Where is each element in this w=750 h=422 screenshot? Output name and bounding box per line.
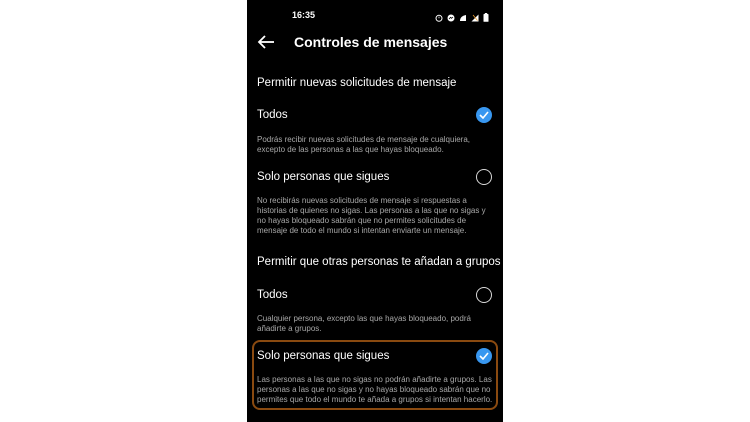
- page-title: Controles de mensajes: [294, 34, 448, 50]
- option-label-requests-everyone[interactable]: Todos: [257, 109, 288, 121]
- option-label-groups-everyone[interactable]: Todos: [257, 289, 288, 301]
- option-desc-requests-everyone: Podrás recibir nuevas solicitudes de men…: [257, 135, 471, 154]
- status-bar: 16:35: [247, 0, 503, 30]
- app-bar: Controles de mensajes: [247, 30, 503, 56]
- messenger-icon: [447, 9, 455, 22]
- arrow-left-icon[interactable]: [256, 34, 276, 50]
- highlight-frame: [252, 340, 498, 410]
- option-desc-groups-everyone: Cualquier persona, excepto las que hayas…: [257, 314, 471, 333]
- section-header-message-requests: Permitir nuevas solicitudes de mensaje: [257, 77, 457, 89]
- check-icon: [479, 111, 489, 119]
- option-desc-requests-following: No recibirás nuevas solicitudes de mensa…: [257, 196, 486, 235]
- radio-groups-everyone[interactable]: [476, 287, 492, 303]
- option-label-requests-following[interactable]: Solo personas que sigues: [257, 171, 389, 183]
- alarm-icon: [435, 9, 443, 22]
- section-header-groups: Permitir que otras personas te añadan a …: [257, 256, 501, 268]
- cast-icon: [459, 9, 467, 21]
- radio-requests-following[interactable]: [476, 169, 492, 185]
- radio-requests-everyone[interactable]: [476, 107, 492, 123]
- signal-icon: [471, 9, 479, 22]
- status-icons: [435, 9, 491, 22]
- status-time: 16:35: [292, 10, 316, 20]
- battery-icon: [483, 9, 491, 22]
